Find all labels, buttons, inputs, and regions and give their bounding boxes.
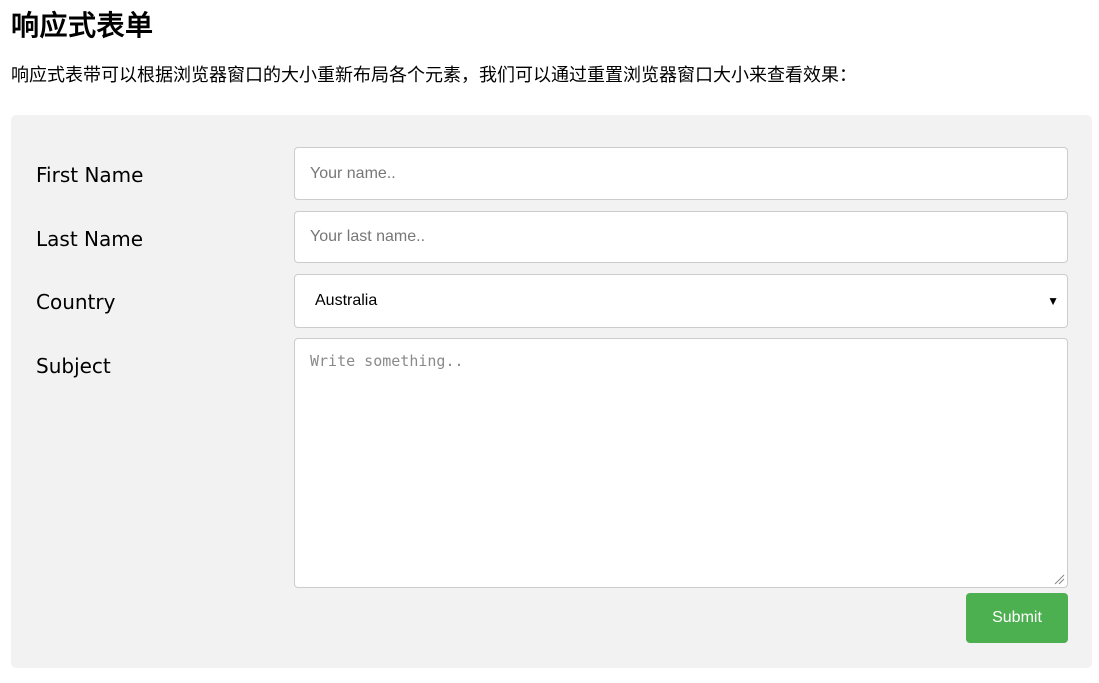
first-name-input[interactable] [295,148,1067,199]
last-name-input[interactable] [295,212,1067,262]
country-label: Country [36,290,116,314]
subject-label: Subject [36,354,111,378]
page: 响应式表单 响应式表带可以根据浏览器窗口的大小重新布局各个元素，我们可以通过重置… [0,0,1099,683]
last-name-label: Last Name [36,227,144,251]
last-name-field[interactable] [294,211,1068,263]
chevron-down-icon: ▼ [1047,294,1059,308]
resize-grip-icon[interactable] [1054,574,1065,585]
submit-button[interactable]: Submit [966,593,1068,643]
page-title: 响应式表单 [11,9,154,42]
subject-field[interactable] [294,338,1068,588]
country-selected-value: Australia [315,292,378,309]
subject-textarea[interactable] [295,339,1067,587]
country-select[interactable]: Australia ▼ [294,274,1068,328]
first-name-field[interactable] [294,147,1068,200]
first-name-label: First Name [36,163,144,187]
intro-text: 响应式表带可以根据浏览器窗口的大小重新布局各个元素，我们可以通过重置浏览器窗口大… [11,65,857,86]
contact-form: First Name Last Name Country Australia ▼… [11,115,1092,668]
